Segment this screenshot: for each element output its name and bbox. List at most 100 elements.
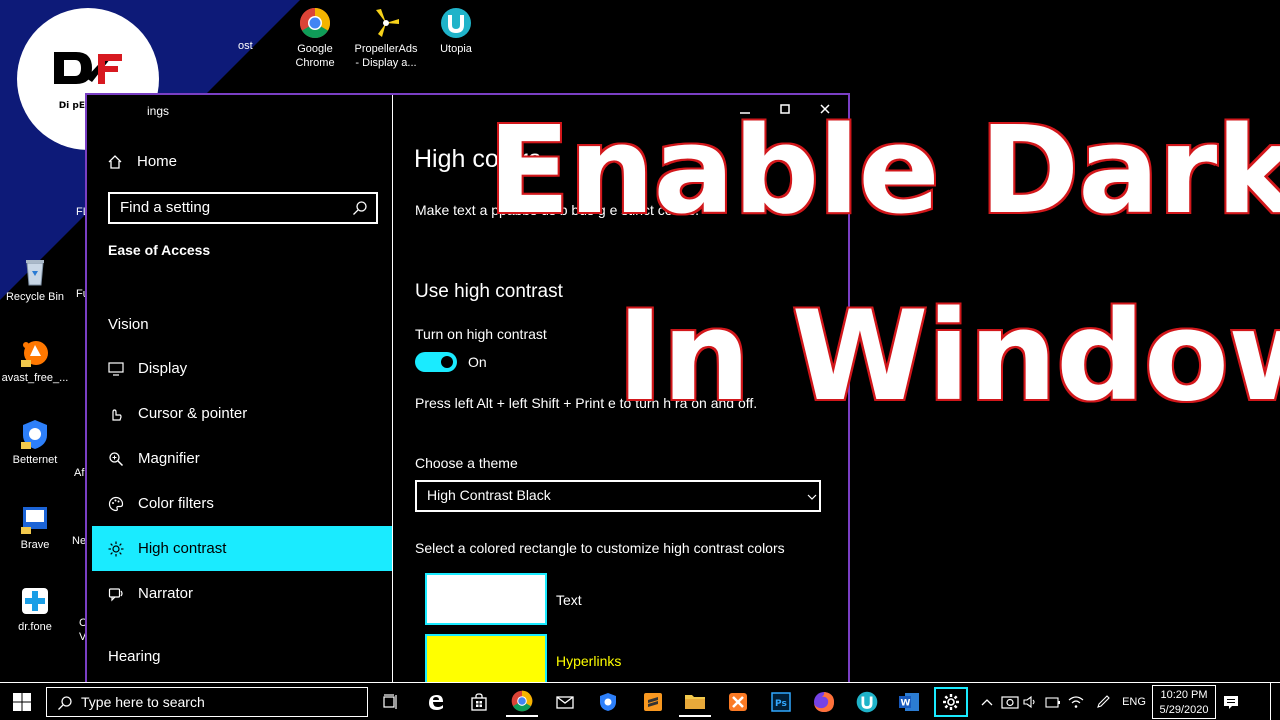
taskbar-xampp[interactable] <box>722 687 754 717</box>
nav-item-color-filters[interactable]: Color filters <box>92 481 392 526</box>
recycle-bin-icon <box>19 255 51 287</box>
desktop-icon-betternet[interactable]: Betternet <box>0 418 73 467</box>
desktop-icon-label: avast_free_... <box>1 372 69 384</box>
desktop-icon-utopia[interactable]: Utopia <box>418 7 494 56</box>
tray-notifications-app[interactable] <box>1042 683 1064 720</box>
svg-text:W: W <box>901 699 911 709</box>
sublime-icon <box>644 693 662 711</box>
taskbar-utopia[interactable] <box>851 687 883 717</box>
taskbar-defender[interactable] <box>592 687 624 717</box>
taskbar-chrome[interactable] <box>506 687 538 717</box>
chevron-up-icon <box>981 699 993 706</box>
taskbar-photoshop[interactable]: Ps <box>765 687 797 717</box>
taskbar-edge[interactable] <box>420 687 452 717</box>
mail-icon <box>556 696 574 709</box>
nav-item-narrator[interactable]: Narrator <box>92 571 392 616</box>
text-color-swatch[interactable] <box>425 573 547 625</box>
customize-hint: Select a colored rectangle to customize … <box>415 540 785 556</box>
taskbar-search-box[interactable]: Type here to search <box>46 687 368 717</box>
tray-overflow-button[interactable] <box>978 683 996 720</box>
theme-select[interactable]: High Contrast Black <box>415 480 821 512</box>
nav-item-label: Color filters <box>138 495 214 512</box>
high-contrast-toggle[interactable] <box>415 352 457 372</box>
nav-section-title: Ease of Access <box>108 242 211 258</box>
palette-icon <box>108 496 124 512</box>
find-setting-placeholder: Find a setting <box>120 199 211 216</box>
wifi-icon <box>1068 696 1084 708</box>
home-label: Home <box>137 153 178 170</box>
desktop-icon-chrome[interactable]: Google Chrome <box>277 7 353 70</box>
drfone-icon <box>19 585 51 617</box>
desktop-icon-label: PropellerAds - Display a... <box>354 43 418 69</box>
magnifier-icon <box>108 451 124 467</box>
desktop-icon-label: dr.fone <box>18 621 52 633</box>
find-setting-input[interactable]: Find a setting <box>108 192 378 224</box>
task-view-icon <box>383 694 397 709</box>
taskbar-settings[interactable] <box>934 687 968 717</box>
pen-icon <box>1097 695 1110 708</box>
task-view-button[interactable] <box>374 687 406 717</box>
chrome-icon <box>511 690 533 712</box>
nav-item-cursor-pointer[interactable]: Cursor & pointer <box>92 391 392 436</box>
use-high-contrast-heading: Use high contrast <box>415 281 563 302</box>
window-title: ings <box>147 104 170 118</box>
hyperlinks-swatch-label: Hyperlinks <box>556 653 622 669</box>
camera-icon <box>1001 696 1019 709</box>
desktop-icon-avast[interactable]: avast_free_... <box>0 336 73 385</box>
nav-item-display[interactable]: Display <box>92 346 392 391</box>
taskbar-sublime[interactable] <box>637 687 669 717</box>
tray-language[interactable]: ENG <box>1118 683 1150 720</box>
betternet-icon <box>19 418 51 450</box>
action-center-button[interactable] <box>1220 683 1242 720</box>
taskbar: Type here to search Ps W ENG 10:20 PM 5/… <box>0 682 1280 720</box>
partial-icon-label: Af <box>74 467 85 479</box>
nav-item-label: Display <box>138 360 188 377</box>
tray-volume[interactable] <box>1022 683 1038 720</box>
desktop-icon-label: Google Chrome <box>295 43 335 69</box>
store-icon <box>471 693 487 711</box>
taskbar-mail[interactable] <box>549 687 581 717</box>
home-link[interactable]: Home <box>107 153 177 170</box>
clock-date: 5/29/2020 <box>1159 704 1209 716</box>
taskbar-store[interactable] <box>463 687 495 717</box>
settings-nav-pane: ings Home Find a setting Ease of Access … <box>87 95 393 682</box>
word-icon: W <box>899 693 919 711</box>
taskbar-search-placeholder: Type here to search <box>81 694 205 710</box>
shield-icon <box>600 693 616 711</box>
nav-item-label: High contrast <box>138 540 227 557</box>
tray-meet-now[interactable] <box>998 683 1022 720</box>
desktop: Di pEn Tech ost Google Chrome Propel <box>0 0 1280 682</box>
overlay-title-line2: In Windows <box>615 285 1280 429</box>
desktop-icon-recycle-bin[interactable]: Recycle Bin <box>0 255 73 304</box>
nav-item-magnifier[interactable]: Magnifier <box>92 436 392 481</box>
folder-icon <box>685 695 705 709</box>
hyperlinks-color-swatch[interactable] <box>425 634 547 682</box>
desktop-icon-brave[interactable]: Brave <box>0 503 73 552</box>
photoshop-icon: Ps <box>771 692 791 712</box>
svg-text:Ps: Ps <box>775 699 787 709</box>
firefox-icon <box>814 692 834 712</box>
taskbar-file-explorer[interactable] <box>679 687 711 717</box>
chevron-down-icon <box>807 494 817 500</box>
home-icon <box>108 154 122 169</box>
chrome-icon <box>299 7 331 39</box>
nav-group-vision: Vision <box>108 316 149 333</box>
nav-item-high-contrast[interactable]: High contrast <box>92 526 392 571</box>
tray-pen[interactable] <box>1092 683 1114 720</box>
desktop-icon-propellerads[interactable]: PropellerAds - Display a... <box>348 7 424 70</box>
toggle-state-label: On <box>468 354 487 370</box>
desktop-icon-label: Brave <box>20 539 50 551</box>
desktop-icon-drfone[interactable]: dr.fone <box>0 585 73 634</box>
windows-start-icon[interactable] <box>12 692 32 712</box>
taskbar-word[interactable]: W <box>893 687 925 717</box>
taskbar-firefox[interactable] <box>808 687 840 717</box>
utopia-icon <box>856 691 878 713</box>
taskbar-clock[interactable]: 10:20 PM 5/29/2020 <box>1152 685 1216 719</box>
desktop-icon-label: Utopia <box>440 43 472 55</box>
nav-item-label: Narrator <box>138 585 194 602</box>
show-desktop-button[interactable] <box>1270 683 1280 720</box>
tray-network[interactable] <box>1066 683 1086 720</box>
monitor-icon <box>108 361 124 377</box>
toggle-label: Turn on high contrast <box>415 326 547 342</box>
theme-label: Choose a theme <box>415 455 518 471</box>
